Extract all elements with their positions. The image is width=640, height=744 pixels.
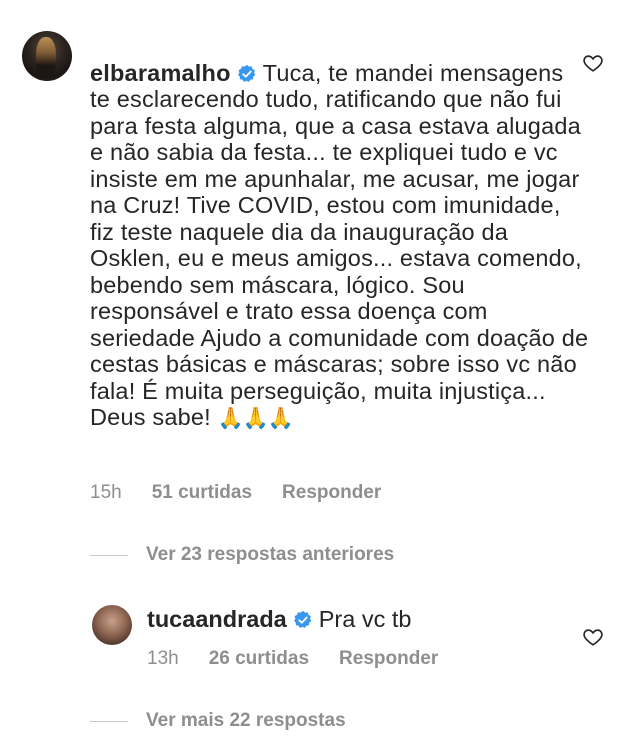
comment-reply-button[interactable]: Responder [282, 482, 381, 504]
verified-badge-icon [293, 610, 312, 628]
reply-text: Pra vc tb [318, 606, 412, 632]
avatar-elbaramalho[interactable] [22, 31, 72, 81]
reply-reply-button[interactable]: Responder [339, 648, 438, 670]
divider-line [90, 720, 128, 722]
avatar-tucaandrada[interactable] [92, 605, 132, 645]
view-more-replies[interactable]: Ver mais 22 respostas [90, 710, 346, 732]
view-more-replies-label: Ver mais 22 respostas [146, 710, 346, 731]
divider-line [90, 554, 128, 556]
view-previous-replies-label: Ver 23 respostas anteriores [146, 544, 395, 565]
heart-outline-icon[interactable] [582, 626, 604, 648]
comment-meta: 15h 51 curtidas Responder [90, 482, 411, 504]
reply-body: tucaandrada Pra vc tb [147, 606, 567, 633]
comment-text: Tuca, te mandei mensagens te esclarecend… [90, 59, 589, 431]
reply-likes[interactable]: 26 curtidas [209, 648, 309, 670]
reply-username[interactable]: tucaandrada [147, 606, 287, 632]
comment-emoji: 🙏🙏🙏 [217, 407, 294, 430]
verified-badge-icon [237, 64, 255, 82]
comment-likes[interactable]: 51 curtidas [152, 482, 252, 504]
reply-time: 13h [147, 648, 179, 669]
comment-body: elbaramalho Tuca, te mandei mensagens te … [90, 33, 590, 433]
reply-meta: 13h 26 curtidas Responder [147, 648, 468, 670]
comment-time: 15h [90, 482, 122, 503]
heart-outline-icon[interactable] [582, 52, 604, 74]
comment-username[interactable]: elbaramalho [90, 60, 231, 86]
view-previous-replies[interactable]: Ver 23 respostas anteriores [90, 544, 394, 566]
